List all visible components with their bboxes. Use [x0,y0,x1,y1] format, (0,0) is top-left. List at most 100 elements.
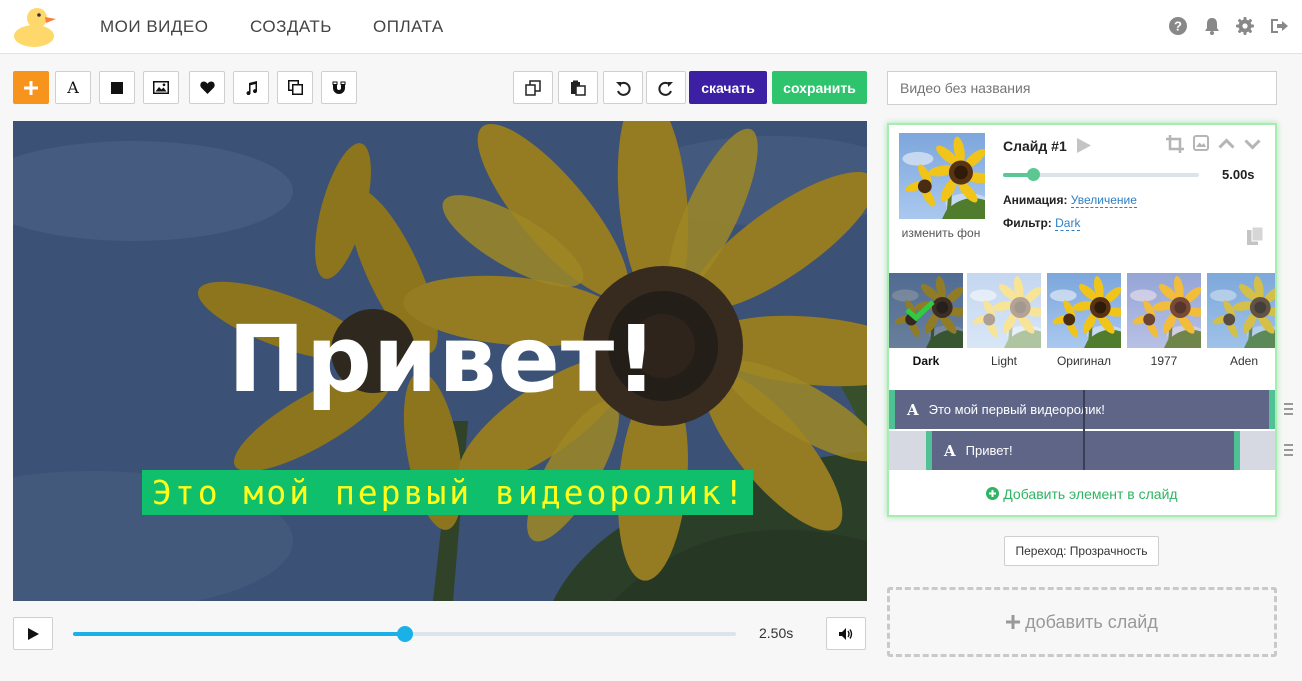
duplicate-icon [287,80,303,95]
filter-label: Фильтр: [1003,216,1052,230]
playback-progress-fill [73,632,405,636]
slide-title: Слайд #1 [1003,138,1067,154]
magnet-icon [332,81,346,94]
duck-logo[interactable] [12,4,60,48]
animation-label: Анимация: [1003,193,1068,207]
play-button[interactable] [13,617,53,650]
filter-original-label: Оригинал [1056,354,1112,368]
redo-icon [658,81,673,96]
slide-play-icon[interactable] [1077,138,1091,153]
save-button[interactable]: сохранить [772,71,867,104]
filter-original-thumb [1047,273,1121,348]
music-icon [246,80,257,95]
filter-1977-thumb [1127,273,1201,348]
layer-start-handle[interactable] [889,390,895,429]
undo-icon [616,81,631,96]
layer-drag-handle[interactable] [1284,403,1293,415]
filter-dark-label: Dark [912,354,940,368]
animation-link[interactable]: Увеличение [1070,193,1137,208]
slide-card: изменить фон Слайд #1 5.00s Анимация: Ув… [887,123,1277,517]
text-layer-icon: A [944,441,956,460]
slide-duration-knob[interactable] [1027,168,1040,181]
text-layer-icon: A [907,400,919,419]
slide-duration-slider[interactable] [1003,168,1199,181]
current-time: 2.50s [759,625,794,641]
layer-item-subtitle[interactable]: A Это мой первый видеоролик! [889,390,1275,429]
filter-aden-label: Aden [1229,354,1259,368]
redo-button[interactable] [646,71,686,104]
copy-icon [525,79,541,96]
add-element-button[interactable]: Добавить элемент в слайд [889,486,1275,502]
layer-drag-handle[interactable] [1284,444,1293,456]
add-icon [24,80,38,95]
paste-icon [571,80,586,96]
duplicate-button[interactable] [277,71,313,104]
square-icon [111,81,123,94]
nav-create[interactable]: СОЗДАТЬ [250,17,332,37]
video-canvas[interactable]: Привет! Это мой первый видеоролик! [13,121,867,601]
bell-icon[interactable] [1202,16,1222,36]
image-icon [153,81,169,94]
filter-link[interactable]: Dark [1055,216,1081,231]
add-sticker-button[interactable] [189,71,225,104]
logout-icon[interactable] [1269,16,1289,36]
filter-light-label: Light [990,354,1018,368]
filter-light[interactable]: Light [967,273,1041,368]
svg-text:?: ? [1174,19,1182,34]
duplicate-slide-icon[interactable] [1247,227,1264,245]
paste-button[interactable] [558,71,598,104]
filter-aden-thumb [1207,273,1275,348]
layer-end-handle[interactable] [1269,390,1275,429]
add-slide-button[interactable]: добавить слайд [887,587,1277,657]
filter-light-thumb [967,273,1041,348]
animation-property: Анимация: Увеличение [1003,193,1137,208]
layer-start-handle[interactable] [926,431,932,470]
transition-button[interactable]: Переход: Прозрачность [1004,536,1159,566]
filter-strip[interactable]: Dark Light Оригинал 1977 Aden [889,273,1275,373]
volume-button[interactable] [826,617,866,650]
filter-1977[interactable]: 1977 [1127,273,1201,368]
nav-my-videos[interactable]: МОИ ВИДЕО [100,17,208,37]
filter-aden[interactable]: Aden [1207,273,1275,368]
playback-scrubber[interactable] [396,626,413,642]
add-button[interactable] [13,71,49,104]
filter-property: Фильтр: Dark [1003,216,1081,231]
move-up-icon[interactable] [1218,138,1235,149]
canvas-subtitle-text[interactable]: Это мой первый видеоролик! [142,470,753,515]
filter-dark[interactable]: Dark [889,273,963,368]
download-button[interactable]: скачать [689,71,767,104]
add-image-button[interactable] [143,71,179,104]
plus-icon [1006,615,1021,629]
heart-icon [199,81,215,94]
slide-thumbnail[interactable] [899,133,985,219]
help-icon[interactable]: ? [1168,16,1188,36]
top-navbar: МОИ ВИДЕО СОЗДАТЬ ОПЛАТА ? [0,0,1302,54]
gear-icon[interactable] [1235,16,1255,36]
layer-track: A Это мой первый видеоролик! [889,390,1275,429]
filter-1977-label: 1977 [1150,354,1178,368]
move-down-icon[interactable] [1244,139,1261,150]
checkmark-icon [905,300,935,321]
magnet-button[interactable] [321,71,357,104]
playback-progress[interactable] [73,626,736,642]
nav-payment[interactable]: ОПЛАТА [373,17,444,37]
layer-track: A Привет! [889,431,1275,470]
play-icon [27,627,39,640]
add-music-button[interactable] [233,71,269,104]
add-text-button[interactable]: A [55,71,91,104]
text-icon: A [67,78,79,97]
add-shape-button[interactable] [99,71,135,104]
volume-icon [839,627,853,640]
crop-icon[interactable] [1166,135,1184,153]
filter-original[interactable]: Оригинал [1047,273,1121,368]
background-image-icon[interactable] [1193,135,1209,151]
add-element-label: Добавить элемент в слайд [1003,486,1178,502]
canvas-title-text[interactable]: Привет! [228,306,658,413]
slide-duration-value: 5.00s [1222,167,1255,182]
video-name-input[interactable] [887,71,1277,105]
copy-button[interactable] [513,71,553,104]
change-background-link[interactable]: изменить фон [889,226,993,240]
layer-end-handle[interactable] [1234,431,1240,470]
slide-thumbnail-image [899,133,985,219]
undo-button[interactable] [603,71,643,104]
